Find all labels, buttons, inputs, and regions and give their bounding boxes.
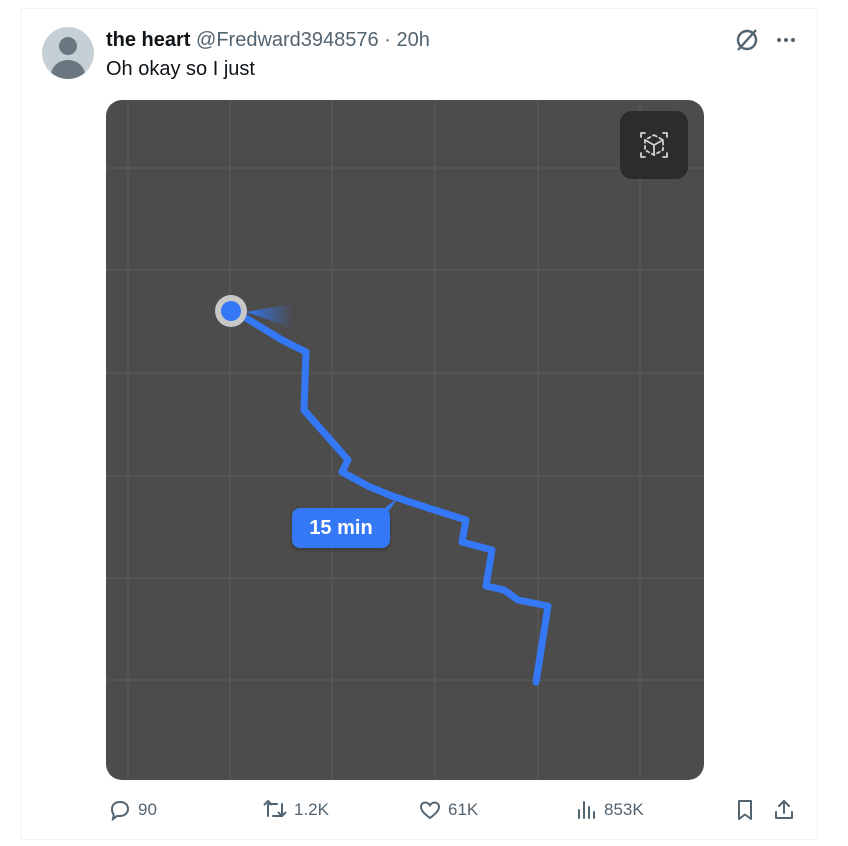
heart-icon [419,801,441,820]
retweet-count: 1.2K [294,800,329,819]
view-count: 853K [604,800,644,819]
avatar-shoulders [51,60,85,79]
avatar-head [59,37,77,55]
tweet-text: Oh okay so I just [106,58,255,80]
tweet-top-actions [732,26,802,54]
grok-icon[interactable] [732,26,762,54]
retweet-button[interactable]: 1.2K [262,792,329,828]
views-chart-icon [578,801,595,819]
share-button[interactable] [772,792,802,828]
current-location-dot [221,301,241,321]
tweet-actions: 90 1.2K 61K 853K [0,792,848,828]
author-name[interactable]: the heart [106,29,190,51]
bookmark-icon [738,800,752,820]
tweet-time[interactable]: 20h [396,29,429,51]
route-line [232,308,552,686]
like-count: 61K [448,800,479,819]
map-grid [106,100,704,780]
bookmark-button[interactable] [734,792,762,828]
separator-dot: · [384,29,391,51]
map-screenshot[interactable]: 15 min [106,100,704,780]
like-button[interactable]: 61K [418,792,478,828]
more-icon[interactable] [774,26,798,54]
reply-icon [110,800,130,822]
views-button[interactable]: 853K [576,792,644,828]
map-canvas [106,100,704,780]
tweet-header: the heart @Fredward3948576 · 20h [106,28,430,52]
reply-count: 90 [138,800,157,819]
share-icon [775,800,793,819]
ar-cube-icon [640,132,668,158]
avatar[interactable] [42,27,94,79]
author-handle[interactable]: @Fredward3948576 [196,29,379,51]
retweet-icon [263,800,287,817]
ar-view-button[interactable] [620,111,688,179]
reply-button[interactable]: 90 [108,792,157,828]
eta-label: 15 min [292,508,390,548]
